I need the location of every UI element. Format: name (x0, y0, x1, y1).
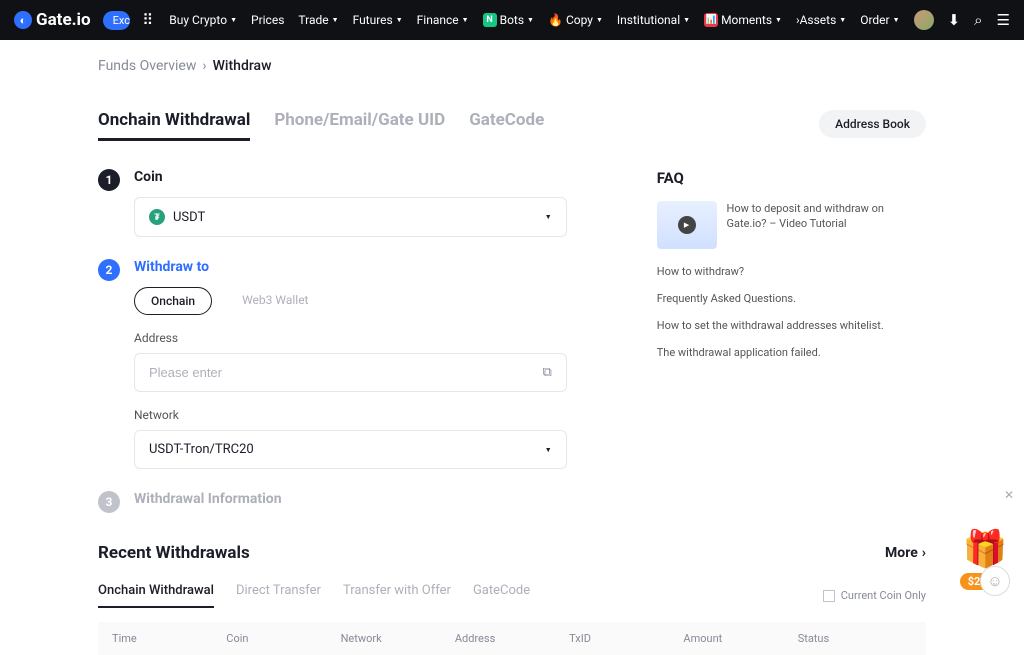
nav-order[interactable]: Order▼ (860, 13, 899, 27)
nav-assets[interactable]: Assets▼ (800, 13, 847, 27)
faq-panel: FAQ ▶ How to deposit and withdraw on Gat… (657, 169, 926, 519)
breadcrumb: Funds Overview › Withdraw (98, 58, 926, 74)
address-input[interactable] (149, 365, 542, 380)
address-book-button[interactable]: Address Book (819, 110, 926, 138)
nav-bots[interactable]: NBots▼ (483, 13, 534, 27)
video-thumbnail: ▶ (657, 201, 717, 249)
network-label: Network (134, 408, 567, 422)
tab-phone-email[interactable]: Phone/Email/Gate UID (274, 110, 445, 141)
faq-link-3[interactable]: The withdrawal application failed. (657, 346, 926, 359)
apps-icon[interactable]: ⠿ (142, 11, 153, 29)
logo[interactable]: ◐Gate.io (14, 10, 91, 30)
more-button[interactable]: More› (885, 545, 926, 561)
step-coin-title: Coin (134, 169, 567, 185)
withdrawal-form: 1 Coin ₮ USDT ▼ 2 Withdraw to Onchain (98, 169, 567, 519)
step-info-title: Withdrawal Information (134, 491, 567, 507)
nav-right: Assets▼ Order▼ ⬇ ⌕ ☰ (800, 10, 1010, 30)
top-nav: ◐Gate.io Exchange Web3 ⠿ Buy Crypto▼ Pri… (0, 0, 1024, 40)
rtab-onchain[interactable]: Onchain Withdrawal (98, 583, 214, 608)
play-icon: ▶ (678, 216, 696, 234)
faq-link-2[interactable]: How to set the withdrawal addresses whit… (657, 319, 926, 332)
download-icon[interactable]: ⬇ (948, 11, 961, 29)
destination-chips: Onchain Web3 Wallet (134, 287, 567, 315)
rtab-direct[interactable]: Direct Transfer (236, 583, 321, 608)
chat-button[interactable]: ☺ (980, 566, 1010, 596)
current-coin-toggle[interactable]: Current Coin Only (823, 589, 926, 602)
step-withdraw-title: Withdraw to (134, 259, 567, 275)
menu-icon[interactable]: ☰ (997, 11, 1010, 29)
withdrawal-tabs: Onchain Withdrawal Phone/Email/Gate UID … (98, 110, 544, 141)
mode-toggle: Exchange Web3 (103, 11, 131, 30)
usdt-icon: ₮ (149, 209, 165, 225)
chevron-down-icon: ▼ (545, 446, 552, 454)
checkbox-icon (823, 590, 835, 602)
rtab-gatecode[interactable]: GateCode (473, 583, 530, 608)
breadcrumb-funds[interactable]: Funds Overview (98, 58, 196, 74)
step-2-number: 2 (98, 259, 120, 281)
address-input-wrap: ⧉ (134, 353, 567, 392)
step-1-number: 1 (98, 169, 120, 191)
main-nav: Buy Crypto▼ Prices Trade▼ Futures▼ Finan… (169, 13, 799, 27)
address-label: Address (134, 331, 567, 345)
gift-icon: 🎁 (960, 528, 1010, 570)
avatar[interactable] (914, 10, 934, 30)
nav-futures[interactable]: Futures▼ (353, 13, 403, 27)
faq-video[interactable]: ▶ How to deposit and withdraw on Gate.io… (657, 201, 926, 249)
recent-title: Recent Withdrawals (98, 543, 250, 563)
nav-prices[interactable]: Prices (251, 13, 284, 27)
rtab-offer[interactable]: Transfer with Offer (343, 583, 451, 608)
nav-moments[interactable]: 📊Moments▼ (704, 13, 782, 27)
nav-institutional[interactable]: Institutional▼ (617, 13, 690, 27)
coin-select[interactable]: ₮ USDT ▼ (134, 197, 567, 237)
nav-trade[interactable]: Trade▼ (298, 13, 338, 27)
exchange-pill[interactable]: Exchange (103, 11, 131, 30)
step-3-number: 3 (98, 491, 120, 513)
chip-web3[interactable]: Web3 Wallet (226, 287, 324, 315)
recent-withdrawals: Recent Withdrawals More› Onchain Withdra… (98, 543, 926, 655)
breadcrumb-withdraw: Withdraw (213, 58, 272, 74)
close-promo-icon[interactable]: ✕ (1004, 488, 1014, 502)
tab-onchain[interactable]: Onchain Withdrawal (98, 110, 250, 141)
chip-onchain[interactable]: Onchain (134, 287, 212, 315)
nav-buy-crypto[interactable]: Buy Crypto▼ (169, 13, 237, 27)
paste-icon[interactable]: ⧉ (542, 365, 551, 380)
chevron-down-icon: ▼ (545, 213, 552, 221)
table-header: TimeCoinNetworkAddressTxIDAmountStatus (98, 622, 926, 655)
nav-copy[interactable]: 🔥Copy▼ (548, 13, 603, 27)
faq-link-1[interactable]: Frequently Asked Questions. (657, 292, 926, 305)
faq-link-0[interactable]: How to withdraw? (657, 265, 926, 278)
network-select[interactable]: USDT-Tron/TRC20 ▼ (134, 430, 567, 469)
faq-title: FAQ (657, 169, 926, 187)
search-icon[interactable]: ⌕ (974, 11, 982, 29)
tab-gatecode[interactable]: GateCode (469, 110, 544, 141)
recent-tabs: Onchain Withdrawal Direct Transfer Trans… (98, 583, 530, 608)
nav-finance[interactable]: Finance▼ (417, 13, 469, 27)
